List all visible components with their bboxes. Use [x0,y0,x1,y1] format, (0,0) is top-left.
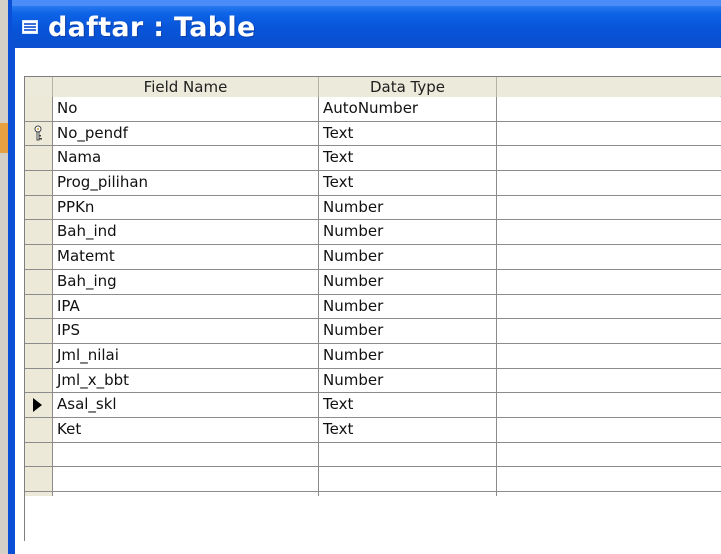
data-type-cell[interactable]: Text [319,121,497,146]
empty-field-row[interactable] [25,442,721,468]
description-cell[interactable] [497,220,720,245]
data-type-cell[interactable]: Number [319,220,497,245]
field-rows: No AutoNumber No_pendf Text Nama Text Pr… [25,97,721,517]
description-cell[interactable] [497,294,720,319]
field-name-cell[interactable]: Prog_pilihan [53,171,319,195]
row-selector[interactable] [25,417,53,442]
data-type-cell[interactable]: Number [319,195,497,220]
row-selector[interactable] [25,269,53,294]
record-pointer-icon [33,398,42,413]
description-cell[interactable] [497,393,720,417]
window-title: daftar : Table [48,12,256,43]
description-column-header[interactable] [497,77,720,97]
description-cell[interactable] [497,269,720,294]
description-cell[interactable] [497,121,720,146]
description-cell[interactable] [497,368,720,393]
field-row[interactable]: Prog_pilihan Text [25,171,721,196]
field-row[interactable]: Bah_ing Number [25,269,721,295]
field-name-cell[interactable]: Bah_ing [53,269,319,294]
row-selector[interactable] [25,245,53,269]
field-row[interactable]: Bah_ind Number [25,220,721,246]
row-selector[interactable] [25,220,53,245]
field-row[interactable]: Matemt Number [25,245,721,270]
data-type-cell[interactable]: Number [319,343,497,368]
field-row[interactable]: IPS Number [25,319,721,344]
row-selector[interactable] [25,195,53,220]
row-selector[interactable] [25,146,53,171]
row-selector-header [25,77,53,97]
table-icon [22,20,38,34]
row-selector[interactable] [25,467,53,491]
field-row[interactable]: PPKn Number [25,195,721,221]
field-row[interactable]: Jml_nilai Number [25,343,721,369]
field-row[interactable]: Ket Text [25,417,721,443]
field-name-cell[interactable]: Ket [53,417,319,442]
table-design-window: daftar : Table Field Name Data Type No A… [12,0,721,554]
data-type-cell[interactable]: Text [319,417,497,442]
field-row[interactable]: Asal_skl Text [25,393,721,418]
field-name-cell[interactable]: IPA [53,294,319,319]
field-definition-grid: Field Name Data Type No AutoNumber No_pe… [24,76,721,542]
empty-field-row[interactable] [25,467,721,492]
field-row[interactable]: Nama Text [25,146,721,172]
field-name-cell[interactable]: Bah_ind [53,220,319,245]
row-selector[interactable] [25,393,53,417]
field-name-cell[interactable]: Nama [53,146,319,171]
orange-edge-marker [0,123,8,153]
description-cell[interactable] [497,245,720,269]
data-type-cell[interactable] [319,467,497,491]
description-cell[interactable] [497,467,720,491]
data-type-cell[interactable]: Number [319,368,497,393]
field-name-cell[interactable]: No_pendf [53,121,319,146]
data-type-cell[interactable]: Number [319,319,497,343]
description-cell[interactable] [497,319,720,343]
field-name-cell[interactable]: Matemt [53,245,319,269]
row-selector[interactable] [25,171,53,195]
row-selector[interactable] [25,294,53,319]
description-cell[interactable] [497,417,720,442]
description-cell[interactable] [497,146,720,171]
description-cell[interactable] [497,442,720,467]
field-row[interactable]: Jml_x_bbt Number [25,368,721,394]
data-type-cell[interactable] [319,442,497,467]
field-name-cell[interactable]: PPKn [53,195,319,220]
row-selector[interactable] [25,343,53,368]
field-name-cell[interactable]: Asal_skl [53,393,319,417]
description-cell[interactable] [497,343,720,368]
key-icon [34,125,42,141]
row-selector[interactable] [25,319,53,343]
design-grid-frame: Field Name Data Type No AutoNumber No_pe… [12,48,721,554]
description-cell[interactable] [497,171,720,195]
field-name-cell[interactable]: Jml_nilai [53,343,319,368]
field-name-cell[interactable]: IPS [53,319,319,343]
field-row[interactable]: IPA Number [25,294,721,320]
data-type-cell[interactable]: Number [319,294,497,319]
description-cell[interactable] [497,97,720,121]
field-row[interactable]: No AutoNumber [25,97,721,122]
data-type-cell[interactable]: Number [319,269,497,294]
data-type-cell[interactable]: AutoNumber [319,97,497,121]
field-name-cell[interactable]: No [53,97,319,121]
field-row[interactable]: No_pendf Text [25,121,721,147]
row-selector[interactable] [25,121,53,146]
grid-header: Field Name Data Type [25,77,721,97]
data-type-cell[interactable]: Number [319,245,497,269]
window-title-bar[interactable]: daftar : Table [12,0,721,48]
empty-grid-area [25,496,721,542]
data-type-cell[interactable]: Text [319,393,497,417]
row-selector[interactable] [25,368,53,393]
data-type-column-header[interactable]: Data Type [319,77,497,97]
description-cell[interactable] [497,195,720,220]
field-name-cell[interactable] [53,467,319,491]
field-name-column-header[interactable]: Field Name [53,77,319,97]
field-name-cell[interactable] [53,442,319,467]
row-selector[interactable] [25,97,53,121]
data-type-cell[interactable]: Text [319,171,497,195]
row-selector[interactable] [25,442,53,467]
data-type-cell[interactable]: Text [319,146,497,171]
access-table-design-screen: daftar : Table Field Name Data Type No A… [0,0,721,554]
field-name-cell[interactable]: Jml_x_bbt [53,368,319,393]
